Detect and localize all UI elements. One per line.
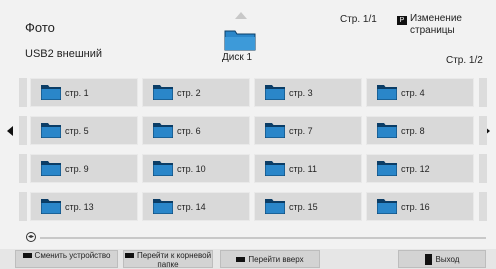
folder-item[interactable]: стр. 14	[142, 192, 250, 221]
exit-button[interactable]: Выход	[398, 250, 486, 268]
grid-edge	[479, 116, 487, 145]
disk-label: Диск 1	[222, 52, 253, 63]
page-change-hint: Изменение страницы	[410, 13, 462, 36]
folder-icon	[265, 161, 285, 176]
folder-item[interactable]: стр. 12	[366, 154, 474, 183]
grid-edge	[479, 192, 487, 221]
folder-item[interactable]: стр. 15	[254, 192, 362, 221]
scroll-icon[interactable]: ◂▸	[26, 232, 36, 242]
folder-item[interactable]: стр. 9	[30, 154, 138, 183]
folder-label: стр. 9	[65, 163, 89, 174]
folder-label: стр. 11	[289, 163, 317, 174]
folder-label: стр. 15	[289, 201, 318, 212]
folder-icon	[377, 161, 397, 176]
folder-label: стр. 13	[65, 201, 94, 212]
page-title: Фото	[25, 20, 55, 35]
folder-icon	[377, 199, 397, 214]
folder-label: стр. 8	[401, 125, 425, 136]
folder-icon	[153, 161, 173, 176]
folder-icon	[265, 123, 285, 138]
folder-icon	[41, 123, 61, 138]
footer-bar: Сменить устройство Перейти к корневой па…	[0, 249, 496, 269]
folder-item[interactable]: стр. 7	[254, 116, 362, 145]
folder-label: стр. 2	[177, 87, 201, 98]
arrow-left-icon[interactable]	[7, 126, 13, 136]
folder-icon	[265, 199, 285, 214]
grid-edge	[479, 154, 487, 183]
folder-icon	[41, 199, 61, 214]
folder-icon	[377, 123, 397, 138]
folder-item[interactable]: стр. 10	[142, 154, 250, 183]
folder-label: стр. 10	[177, 163, 206, 174]
folder-item[interactable]: стр. 3	[254, 78, 362, 107]
folder-icon	[41, 85, 61, 100]
folder-item[interactable]: стр. 8	[366, 116, 474, 145]
folder-item[interactable]: стр. 1	[30, 78, 138, 107]
page-key-icon: P	[397, 16, 407, 25]
folder-icon	[153, 85, 173, 100]
folder-label: стр. 3	[289, 87, 313, 98]
folder-label: стр. 6	[177, 125, 201, 136]
folder-label: стр. 12	[401, 163, 430, 174]
go-up-button[interactable]: Перейти вверх	[220, 250, 320, 268]
scrollbar[interactable]	[40, 237, 486, 239]
folder-label: стр. 14	[177, 201, 206, 212]
change-device-label: Сменить устройство	[34, 251, 111, 260]
folder-label: стр. 1	[65, 87, 89, 98]
folder-icon	[153, 199, 173, 214]
folder-item[interactable]: стр. 13	[30, 192, 138, 221]
folder-icon	[224, 30, 256, 51]
arrow-up-icon[interactable]	[235, 12, 247, 19]
change-device-button[interactable]: Сменить устройство	[15, 250, 118, 268]
folder-item[interactable]: стр. 5	[30, 116, 138, 145]
grid-edge	[19, 192, 27, 221]
exit-icon	[424, 254, 432, 266]
page-indicator: Стр. 1/2	[446, 55, 483, 66]
folder-item[interactable]: стр. 4	[366, 78, 474, 107]
grid-edge	[19, 116, 27, 145]
yellow-key-icon	[236, 257, 246, 263]
device-name: USB2 внешний	[25, 48, 103, 60]
grid-edge	[19, 154, 27, 183]
folder-label: стр. 5	[65, 125, 89, 136]
folder-icon	[377, 85, 397, 100]
grid-edge	[479, 78, 487, 107]
go-root-button[interactable]: Перейти к корневой папке	[123, 250, 213, 269]
folder-item[interactable]: стр. 6	[142, 116, 250, 145]
red-key-icon	[22, 253, 32, 259]
grid-edge	[19, 78, 27, 107]
go-up-label: Перейти вверх	[248, 255, 304, 264]
folder-item[interactable]: стр. 2	[142, 78, 250, 107]
page-count: Стр. 1/1	[340, 14, 377, 25]
folder-icon	[153, 123, 173, 138]
folder-icon	[41, 161, 61, 176]
folder-label: стр. 16	[401, 201, 430, 212]
folder-label: стр. 7	[289, 125, 313, 136]
go-root-label: Перейти к корневой папке	[136, 251, 212, 269]
folder-grid: стр. 1 стр. 2 стр. 3 стр. 4 стр. 5 стр. 6 стр.…	[19, 78, 487, 226]
folder-icon	[265, 85, 285, 100]
folder-item[interactable]: стр. 16	[366, 192, 474, 221]
folder-label: стр. 4	[401, 87, 425, 98]
folder-item[interactable]: стр. 11	[254, 154, 362, 183]
green-key-icon	[124, 253, 134, 259]
exit-label: Выход	[435, 255, 460, 264]
